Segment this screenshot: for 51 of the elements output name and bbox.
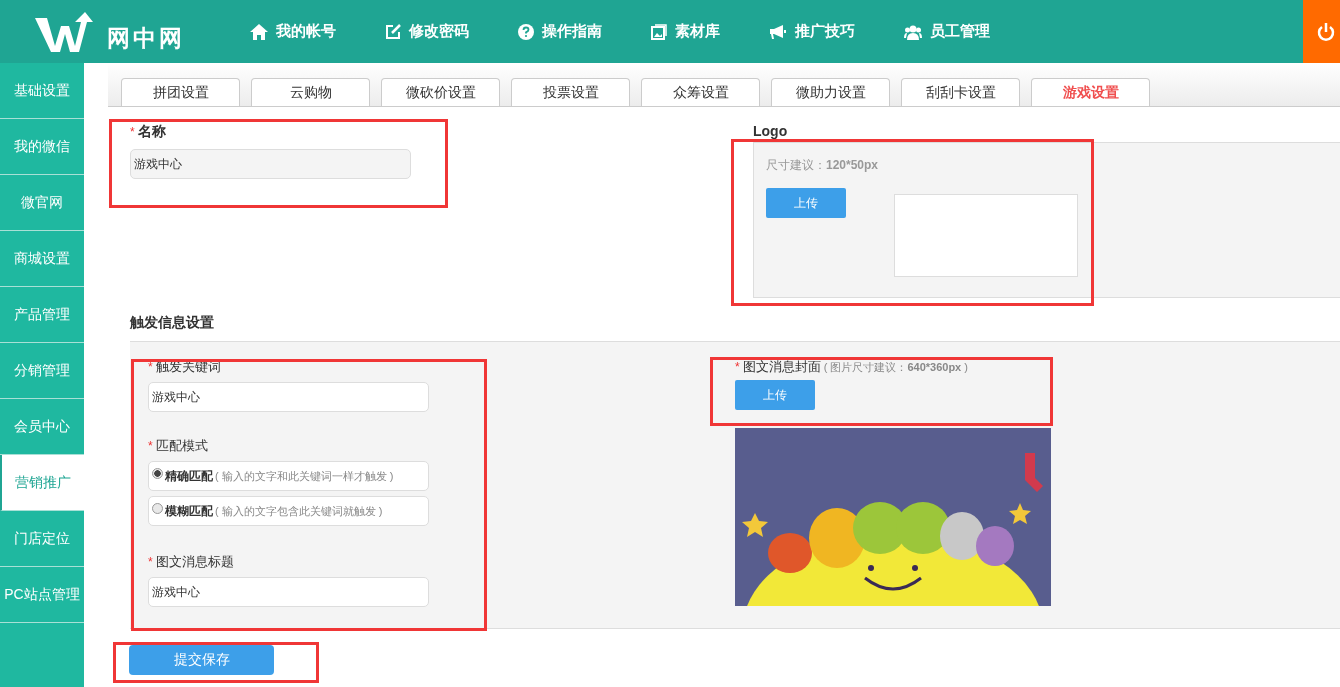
tab[interactable]: 刮刮卡设置: [901, 78, 1020, 106]
upload-button[interactable]: 上传: [735, 380, 815, 410]
tab[interactable]: 投票设置: [511, 78, 630, 106]
option-hint: ( 输入的文字和此关键词一样才触发 ): [215, 468, 394, 484]
nav-link[interactable]: 我的帐号: [250, 22, 336, 41]
logo-text: 网中网: [107, 24, 185, 53]
required-mark: *: [735, 360, 740, 374]
size-hint: 尺寸建议：120*50px: [766, 157, 880, 174]
name-input[interactable]: 游戏中心: [130, 149, 411, 179]
field-label: 名称: [137, 123, 166, 141]
size-hint: ( 图片尺寸建议：640*360px ): [823, 359, 968, 375]
nav-link[interactable]: 操作指南: [518, 22, 602, 41]
picture-icon: [651, 23, 667, 40]
tab[interactable]: 游戏设置: [1031, 78, 1150, 106]
field-label: 图文消息封面: [742, 358, 821, 376]
help-icon: [518, 23, 534, 40]
option-label: 精确匹配: [165, 467, 213, 485]
tab[interactable]: 众筹设置: [641, 78, 760, 106]
users-icon: [904, 23, 922, 40]
submit-button[interactable]: 提交保存: [129, 645, 274, 675]
power-icon: [1317, 21, 1335, 42]
field-label: Logo: [753, 123, 788, 139]
tab[interactable]: 云购物: [251, 78, 370, 106]
home-icon: [250, 23, 268, 40]
tab[interactable]: 微助力设置: [771, 78, 890, 106]
keyword-input[interactable]: 游戏中心: [148, 382, 429, 412]
title-input[interactable]: 游戏中心: [148, 577, 429, 607]
tab[interactable]: 拼团设置: [121, 78, 240, 106]
required-mark: *: [148, 439, 153, 453]
tab[interactable]: 微砍价设置: [381, 78, 500, 106]
logout-button[interactable]: [1303, 0, 1340, 63]
match-option[interactable]: 精确匹配 ( 输入的文字和此关键词一样才触发 ): [148, 461, 429, 491]
megaphone-icon: [769, 23, 787, 40]
radio-button[interactable]: [152, 502, 163, 514]
nav-link[interactable]: 推广技巧: [769, 22, 855, 41]
sidebar-item[interactable]: 营销推广: [0, 455, 84, 511]
required-mark: *: [130, 125, 135, 139]
match-option[interactable]: 模糊匹配 ( 输入的文字包含此关键词就触发 ): [148, 496, 429, 526]
upload-button[interactable]: 上传: [766, 188, 846, 218]
edit-icon: [385, 23, 401, 40]
nav-link[interactable]: 员工管理: [904, 22, 990, 41]
option-label: 模糊匹配: [165, 502, 213, 520]
required-mark: *: [148, 360, 153, 374]
radio-button[interactable]: [152, 467, 163, 479]
nav-link[interactable]: 素材库: [651, 22, 720, 41]
required-mark: *: [148, 555, 153, 569]
option-hint: ( 输入的文字包含此关键词就触发 ): [215, 503, 383, 519]
field-label: 匹配模式: [155, 437, 208, 455]
field-label: 图文消息标题: [155, 553, 234, 571]
section-title: 触发信息设置: [129, 314, 215, 332]
nav-link[interactable]: 修改密码: [385, 22, 469, 41]
